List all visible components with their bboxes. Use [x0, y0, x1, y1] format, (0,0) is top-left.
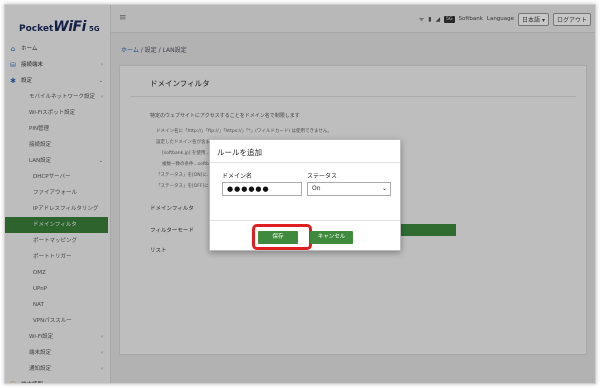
dialog-divider-bottom	[210, 220, 400, 221]
status-value: On	[312, 185, 321, 192]
dialog-divider-top	[210, 162, 400, 163]
app-window: PocketWiFi 5G ⌂ ホーム ⛁ 接続端末 › ✱ 設定 ⌄ モバイルネットワーク設定…	[4, 4, 596, 384]
add-rule-dialog: ルールを追加 ドメイン名 ステータス ●●●●●● On ⌄ 保存 キャンセル	[209, 139, 401, 251]
save-button[interactable]: 保存	[258, 231, 298, 244]
chevron-down-icon: ⌄	[381, 185, 387, 192]
dialog-title: ルールを追加	[217, 148, 262, 157]
cancel-button[interactable]: キャンセル	[310, 231, 353, 244]
status-select[interactable]: On ⌄	[307, 182, 391, 196]
domain-name-input[interactable]: ●●●●●●	[222, 182, 302, 196]
status-label: ステータス	[307, 173, 338, 180]
domain-name-label: ドメイン名	[222, 173, 253, 180]
